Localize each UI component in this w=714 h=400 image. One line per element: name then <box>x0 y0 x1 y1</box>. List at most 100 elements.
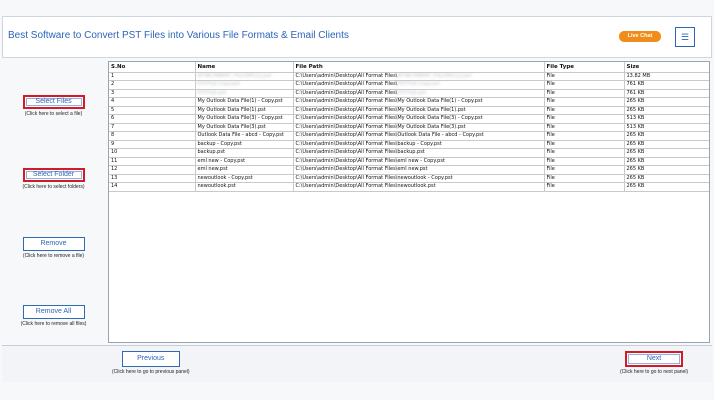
cell-path-prefix: C:\Users\admin\Desktop\All Format Files\ <box>295 115 398 121</box>
cell-name-text: ATTACHMENT_FOLDER-[1].pst <box>197 72 272 79</box>
cell-name: Outlook Data File - abcd - Copy.pst <box>195 131 294 141</box>
previous-button[interactable]: Previous <box>121 351 180 367</box>
table-row[interactable]: 7 My Outlook Data File(3).pst C:\Users\adm… <box>109 123 709 132</box>
cell-path-filename: My Outlook Data File(3) - Copy.pst <box>397 115 483 121</box>
column-header-size[interactable]: Size <box>624 62 709 73</box>
cell-path-prefix: C:\Users\admin\Desktop\All Format Files\ <box>295 166 398 172</box>
cell-name-text: backup.pst <box>197 149 225 155</box>
cell-path-prefix: C:\Users\admin\Desktop\All Format Files\ <box>295 174 398 181</box>
cell-file-path: C:\Users\admin\Desktop\All Format Files\… <box>293 148 545 158</box>
cell-size: 265 KB <box>624 157 709 166</box>
select-folder-group: Select Folder (Click here to select fold… <box>2 168 105 190</box>
cell-name: eml new - Copy.pst <box>195 157 294 166</box>
column-header-file-type[interactable]: File Type <box>544 62 625 73</box>
cell-name-text: eml new - Copy.pst <box>197 157 246 164</box>
cell-size: 761 KB <box>624 89 709 98</box>
cell-file-type: File <box>544 72 625 81</box>
footer-bar: Previous (Click here to go to previous p… <box>2 345 712 382</box>
cell-path-prefix: C:\Users\admin\Desktop\All Format Files\ <box>295 81 398 87</box>
cell-name: My Outlook Data File(1) - Copy.pst <box>195 97 294 107</box>
next-button[interactable]: Next <box>625 351 684 367</box>
cell-name-text: My Outlook Data File(1).pst <box>197 106 266 113</box>
cell-name-text: Outlook Data File - abcd - Copy.pst <box>197 132 284 138</box>
cell-path-filename: Outlook Data File - abcd - Copy.pst <box>397 132 484 138</box>
cell-path-prefix: C:\Users\admin\Desktop\All Format Files\ <box>295 157 398 164</box>
cell-path-filename: newoutlook.pst <box>397 183 436 189</box>
cell-sno: 3 <box>109 89 196 98</box>
cell-name: My Outlook Data File(3) - Copy.pst <box>195 114 294 124</box>
table-row[interactable]: 4 My Outlook Data File(1) - Copy.pst C:\Us… <box>109 97 709 107</box>
cell-name-text: newoutlook.pst <box>197 183 236 189</box>
column-header-sno[interactable]: S.No <box>109 62 196 73</box>
app-title: Best Software to Convert PST Files into … <box>8 30 349 41</box>
cell-path-prefix: C:\Users\admin\Desktop\All Format Files\ <box>295 149 398 155</box>
cell-file-type: File <box>544 157 625 166</box>
cell-file-path: C:\Users\admin\Desktop\All Format Files\… <box>293 182 545 192</box>
cell-sno: 7 <box>109 123 196 132</box>
cell-name: My Outlook Data File(3).pst <box>195 123 294 132</box>
cell-name: PSTFILE.pst <box>195 89 294 98</box>
cell-sno: 6 <box>109 114 196 124</box>
remove-all-button[interactable]: Remove All <box>22 305 85 319</box>
column-header-name[interactable]: Name <box>195 62 294 73</box>
cell-name: PSTFILE-Copy.pst <box>195 80 294 90</box>
cell-file-path: C:\Users\admin\Desktop\All Format Files\… <box>293 165 545 175</box>
cell-name: My Outlook Data File(1).pst <box>195 106 294 115</box>
cell-sno: 12 <box>109 165 196 175</box>
table-row[interactable]: 9 backup - Copy.pst C:\Users\admin\Desktop… <box>109 140 709 149</box>
cell-sno: 14 <box>109 182 196 192</box>
table-row[interactable]: 10 backup.pst C:\Users\admin\Desktop\All F… <box>109 148 709 158</box>
cell-file-type: File <box>544 80 625 90</box>
cell-sno: 2 <box>109 80 196 90</box>
table-header-row: S.No Name File Path File Type Size <box>109 62 709 73</box>
cell-sno: 5 <box>109 106 196 115</box>
table-row[interactable]: 5 My Outlook Data File(1).pst C:\Users\adm… <box>109 106 709 115</box>
cell-name-text: backup - Copy.pst <box>197 140 242 147</box>
cell-file-type: File <box>544 131 625 141</box>
table-row[interactable]: 3 PSTFILE.pst C:\Users\admin\Desktop\All F… <box>109 89 709 98</box>
column-header-file-path[interactable]: File Path <box>293 62 545 73</box>
table-row[interactable]: 14 newoutlook.pst C:\Users\admin\Desktop\A… <box>109 182 709 192</box>
select-files-button[interactable]: Select Files <box>22 95 85 109</box>
table-row[interactable]: 11 eml new - Copy.pst C:\Users\admin\Deskt… <box>109 157 709 166</box>
cell-path-prefix: C:\Users\admin\Desktop\All Format Files\ <box>295 106 398 113</box>
cell-name-text: My Outlook Data File(3) - Copy.pst <box>197 115 283 121</box>
cell-size: 265 KB <box>624 182 709 192</box>
cell-name: eml new.pst <box>195 165 294 175</box>
file-list-table[interactable]: S.No Name File Path File Type Size 1 ATTA… <box>108 61 710 343</box>
cell-size: 761 KB <box>624 80 709 90</box>
cell-size: 265 KB <box>624 140 709 149</box>
table-row[interactable]: 12 eml new.pst C:\Users\admin\Desktop\All … <box>109 165 709 175</box>
cell-file-path: C:\Users\admin\Desktop\All Format Files\… <box>293 174 545 183</box>
select-folder-button[interactable]: Select Folder <box>22 168 85 182</box>
cell-size: 513 KB <box>624 123 709 132</box>
cell-path-prefix: C:\Users\admin\Desktop\All Format Files\ <box>295 140 398 147</box>
cell-size: 265 KB <box>624 148 709 158</box>
cell-file-path: C:\Users\admin\Desktop\All Format Files\… <box>293 123 545 132</box>
cell-name: backup.pst <box>195 148 294 158</box>
cell-path-filename: PSTFILE-Copy.pst <box>397 81 441 87</box>
remove-group: Remove (Click here to remove a file) <box>2 237 105 259</box>
cell-file-type: File <box>544 165 625 175</box>
table-row[interactable]: 6 My Outlook Data File(3) - Copy.pst C:\Us… <box>109 114 709 124</box>
remove-button[interactable]: Remove <box>22 237 85 251</box>
cell-path-prefix: C:\Users\admin\Desktop\All Format Files\ <box>295 89 398 96</box>
cell-path-filename: My Outlook Data File(3).pst <box>397 123 466 130</box>
cell-file-type: File <box>544 89 625 98</box>
cell-name-text: My Outlook Data File(3).pst <box>197 123 266 130</box>
menu-icon[interactable]: ☰ <box>675 27 695 47</box>
select-folder-help: (Click here to select folders) <box>22 184 85 190</box>
cell-size: 265 KB <box>624 165 709 175</box>
table-row[interactable]: 13 newoutlook - Copy.pst C:\Users\admin\De… <box>109 174 709 183</box>
live-chat-button[interactable]: Live Chat <box>619 31 661 42</box>
table-row[interactable]: 8 Outlook Data File - abcd - Copy.pst C:\U… <box>109 131 709 141</box>
cell-file-type: File <box>544 123 625 132</box>
table-row[interactable]: 1 ATTACHMENT_FOLDER-[1].pst C:\Users\admin… <box>109 72 709 81</box>
cell-file-path: C:\Users\admin\Desktop\All Format Files\… <box>293 80 545 90</box>
cell-sno: 9 <box>109 140 196 149</box>
cell-file-type: File <box>544 148 625 158</box>
cell-size: 13.82 MB <box>624 72 709 81</box>
table-row[interactable]: 2 PSTFILE-Copy.pst C:\Users\admin\Desktop\… <box>109 80 709 90</box>
cell-size: 265 KB <box>624 97 709 107</box>
cell-path-filename: My Outlook Data File(1).pst <box>397 106 466 113</box>
